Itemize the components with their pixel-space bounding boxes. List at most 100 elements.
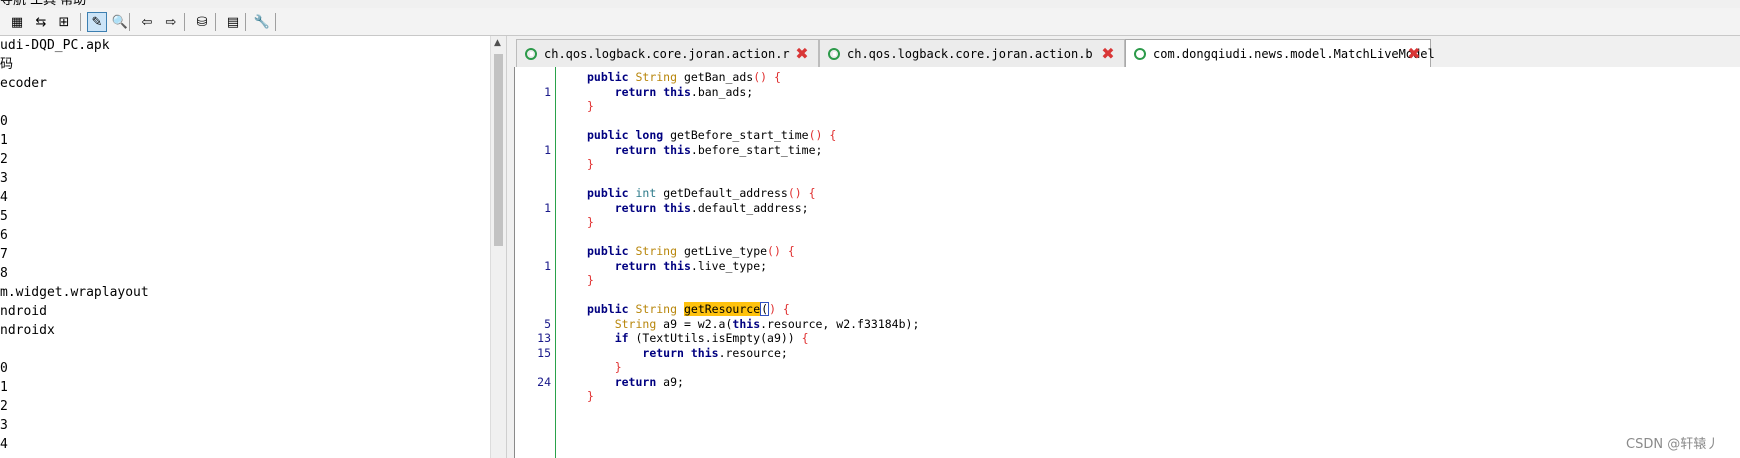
code-token: public (587, 186, 629, 200)
tree-node[interactable]: 0 (0, 359, 8, 378)
code-token: this (663, 200, 691, 215)
project-tree[interactable]: udi-DQD_PC.apk 码 ecoder 0 1 2 3 4 5 6 7 8 m.widget.w… (0, 36, 490, 458)
tree-node[interactable]: 4 (0, 188, 8, 207)
code-token: .ban_ads; (690, 84, 754, 99)
toolbar-separator (245, 13, 246, 31)
toolbar-separator (275, 13, 276, 31)
save-all-button[interactable]: ▦ (7, 12, 27, 32)
tree-node[interactable]: 2 (0, 150, 8, 169)
toolbar-separator (215, 13, 216, 31)
tree-node[interactable]: 7 (0, 245, 8, 264)
tree-node[interactable]: 3 (0, 416, 8, 435)
tree-node[interactable]: 5 (0, 207, 8, 226)
code-token: public (587, 302, 629, 316)
code-token: return (614, 84, 657, 99)
tree-node[interactable]: 8 (0, 264, 8, 283)
tab-label: com.dongqiudi.news.model.MatchLiveModel (1153, 47, 1435, 61)
code-text: } (587, 388, 594, 404)
code-token: this (732, 316, 761, 331)
code-editor[interactable]: public String getBan_ads() {1 return thi… (514, 67, 1740, 458)
toolbar: ▦ ⇆ ⊞ ✎ 🔍 ⇦ ⇨ ⛁ ▤ 🔧 (0, 8, 1740, 36)
decompile-all-button[interactable]: ⛁ (192, 12, 212, 32)
sync-tree-button[interactable]: ⇆ (31, 12, 51, 32)
editor-tab[interactable]: com.dongqiudi.news.model.MatchLiveModel ✖ (1125, 39, 1435, 68)
tree-vertical-scrollbar[interactable]: ▲ (490, 36, 507, 458)
log-viewer-icon: ▤ (226, 14, 240, 30)
text-caret: ( (760, 302, 770, 316)
code-token: .live_type; (690, 258, 768, 273)
code-token: () { (767, 244, 795, 258)
tree-node[interactable]: ndroidx (0, 321, 55, 340)
preferences-button[interactable]: 🔧 (252, 12, 272, 32)
class-icon (1134, 48, 1146, 60)
tab-label: ch.qos.logback.core.joran.action.r (544, 47, 790, 61)
code-token: getDefault_address (656, 186, 788, 200)
code-token: int (635, 186, 657, 200)
class-icon (525, 48, 537, 60)
code-token: long (635, 128, 664, 142)
flatten-packages-button[interactable]: ⊞ (54, 12, 74, 32)
code-token: String (614, 316, 657, 331)
code-token: return (614, 142, 657, 157)
deobfuscation-button[interactable]: ✎ (87, 12, 107, 32)
back-icon: ⇦ (141, 14, 153, 30)
editor-tab[interactable]: ch.qos.logback.core.joran.action.b ✖ (819, 39, 1125, 67)
code-token: ) { (769, 302, 790, 316)
search-button[interactable]: 🔍 (110, 12, 130, 32)
close-tab-icon[interactable]: ✖ (1406, 46, 1422, 62)
code-token: public (587, 70, 629, 84)
preferences-icon: 🔧 (253, 14, 271, 30)
highlighted-method-name: getResource (683, 302, 761, 316)
code-token: this (663, 84, 691, 99)
code-token: return (642, 345, 684, 360)
code-line[interactable]: } (515, 388, 1740, 404)
editor-tab[interactable]: ch.qos.logback.core.joran.action.r ✖ (516, 39, 819, 67)
code-token: .resource, w2.f33184b); (760, 316, 920, 331)
toolbar-separator (80, 13, 81, 31)
back-button[interactable]: ⇦ (137, 12, 157, 32)
editor-tab-strip: ch.qos.logback.core.joran.action.r ✖ ch.qo… (514, 36, 1740, 68)
code-token: } (587, 389, 594, 403)
tree-node[interactable]: 6 (0, 226, 8, 245)
code-token: String (635, 70, 678, 84)
tree-node[interactable]: 3 (0, 169, 8, 188)
code-token: this (663, 258, 691, 273)
code-token: public (587, 244, 629, 258)
tree-node[interactable]: 2 (0, 397, 8, 416)
tree-node[interactable]: ecoder (0, 74, 47, 93)
code-token: public (587, 128, 629, 142)
code-token: } (587, 99, 594, 113)
tree-node[interactable]: 4 (0, 435, 8, 454)
tree-node[interactable]: m.widget.wraplayout (0, 283, 149, 302)
tree-node[interactable]: 1 (0, 378, 8, 397)
menu-bar-text[interactable]: 导航 工具 帮助 (0, 0, 86, 8)
log-viewer-button[interactable]: ▤ (223, 12, 243, 32)
menu-bar: 导航 工具 帮助 (0, 0, 1740, 8)
deobfuscation-icon: ✎ (91, 14, 103, 30)
code-token: .before_start_time; (690, 142, 823, 157)
scrollbar-thumb[interactable] (494, 54, 503, 246)
forward-button[interactable]: ⇨ (161, 12, 181, 32)
close-tab-icon[interactable]: ✖ (794, 46, 810, 62)
code-token: } (587, 215, 594, 229)
code-token: return (614, 200, 657, 215)
toolbar-separator (184, 13, 185, 31)
tree-node[interactable]: 1 (0, 131, 8, 150)
forward-icon: ⇨ (165, 14, 177, 30)
scroll-up-icon[interactable]: ▲ (494, 38, 501, 48)
tree-node[interactable]: ndroid (0, 302, 47, 321)
watermark: CSDN @轩辕丿 (1626, 437, 1720, 452)
close-tab-icon[interactable]: ✖ (1100, 46, 1116, 62)
code-token: a9 = w2.a( (656, 316, 733, 331)
decompile-all-icon: ⛁ (196, 14, 208, 30)
tree-node[interactable]: 0 (0, 112, 8, 131)
tree-node[interactable]: 码 (0, 55, 13, 74)
tree-node[interactable]: udi-DQD_PC.apk (0, 36, 110, 55)
